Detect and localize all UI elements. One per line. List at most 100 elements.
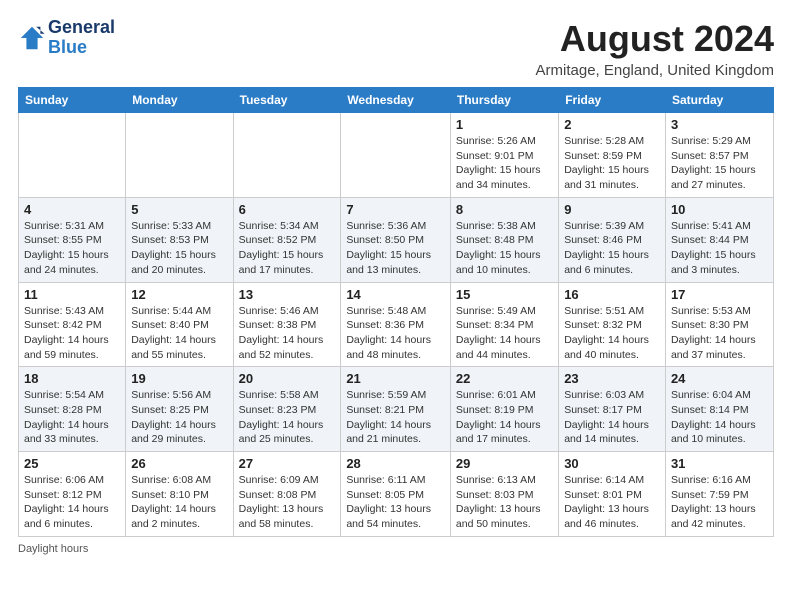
day-number: 7 (346, 202, 445, 217)
day-info: Sunrise: 5:29 AM Sunset: 8:57 PM Dayligh… (671, 134, 768, 193)
day-cell: 28 Sunrise: 6:11 AM Sunset: 8:05 PM Dayli… (341, 452, 451, 537)
day-number: 5 (131, 202, 227, 217)
col-header-saturday: Saturday (665, 88, 773, 113)
col-header-tuesday: Tuesday (233, 88, 341, 113)
day-number: 19 (131, 371, 227, 386)
day-cell (19, 113, 126, 198)
day-cell: 30Sunrise: 6:14 AM Sunset: 8:01 PM Dayli… (559, 452, 666, 537)
day-number: 12 (131, 287, 227, 302)
day-cell: 16Sunrise: 5:51 AM Sunset: 8:32 PM Dayli… (559, 282, 666, 367)
day-cell: 20 Sunrise: 5:58 AM Sunset: 8:23 PM Dayli… (233, 367, 341, 452)
day-cell (233, 113, 341, 198)
day-cell (126, 113, 233, 198)
logo-icon (18, 24, 46, 52)
day-cell: 27 Sunrise: 6:09 AM Sunset: 8:08 PM Dayli… (233, 452, 341, 537)
day-cell: 2Sunrise: 5:28 AM Sunset: 8:59 PM Daylig… (559, 113, 666, 198)
week-row-5: 25Sunrise: 6:06 AM Sunset: 8:12 PM Dayli… (19, 452, 774, 537)
day-number: 24 (671, 371, 768, 386)
day-cell: 31 Sunrise: 6:16 AM Sunset: 7:59 PM Dayli… (665, 452, 773, 537)
day-info: Sunrise: 6:01 AM Sunset: 8:19 PM Dayligh… (456, 388, 553, 447)
day-cell: 26 Sunrise: 6:08 AM Sunset: 8:10 PM Dayli… (126, 452, 233, 537)
day-cell: 1 Sunrise: 5:26 AM Sunset: 9:01 PM Daylig… (450, 113, 558, 198)
footer-note: Daylight hours (18, 543, 774, 555)
day-info: Sunrise: 6:14 AM Sunset: 8:01 PM Dayligh… (564, 473, 660, 532)
day-info: Sunrise: 5:43 AM Sunset: 8:42 PM Dayligh… (24, 304, 120, 363)
day-number: 28 (346, 456, 445, 471)
day-info: Sunrise: 5:46 AM Sunset: 8:38 PM Dayligh… (239, 304, 336, 363)
day-number: 27 (239, 456, 336, 471)
day-cell: 13 Sunrise: 5:46 AM Sunset: 8:38 PM Dayli… (233, 282, 341, 367)
day-info: Sunrise: 5:38 AM Sunset: 8:48 PM Dayligh… (456, 219, 553, 278)
day-cell: 29Sunrise: 6:13 AM Sunset: 8:03 PM Dayli… (450, 452, 558, 537)
day-info: Sunrise: 5:36 AM Sunset: 8:50 PM Dayligh… (346, 219, 445, 278)
day-number: 1 (456, 117, 553, 132)
day-number: 2 (564, 117, 660, 132)
day-info: Sunrise: 6:03 AM Sunset: 8:17 PM Dayligh… (564, 388, 660, 447)
col-header-wednesday: Wednesday (341, 88, 451, 113)
day-number: 6 (239, 202, 336, 217)
day-info: Sunrise: 5:59 AM Sunset: 8:21 PM Dayligh… (346, 388, 445, 447)
day-number: 20 (239, 371, 336, 386)
col-header-thursday: Thursday (450, 88, 558, 113)
day-info: Sunrise: 5:58 AM Sunset: 8:23 PM Dayligh… (239, 388, 336, 447)
week-row-3: 11 Sunrise: 5:43 AM Sunset: 8:42 PM Dayli… (19, 282, 774, 367)
day-info: Sunrise: 5:26 AM Sunset: 9:01 PM Dayligh… (456, 134, 553, 193)
day-cell: 7 Sunrise: 5:36 AM Sunset: 8:50 PM Daylig… (341, 197, 451, 282)
day-number: 17 (671, 287, 768, 302)
day-info: Sunrise: 5:31 AM Sunset: 8:55 PM Dayligh… (24, 219, 120, 278)
day-info: Sunrise: 6:11 AM Sunset: 8:05 PM Dayligh… (346, 473, 445, 532)
day-number: 22 (456, 371, 553, 386)
day-number: 21 (346, 371, 445, 386)
day-cell: 11 Sunrise: 5:43 AM Sunset: 8:42 PM Dayli… (19, 282, 126, 367)
calendar-table: SundayMondayTuesdayWednesdayThursdayFrid… (18, 87, 774, 537)
day-number: 10 (671, 202, 768, 217)
week-row-2: 4Sunrise: 5:31 AM Sunset: 8:55 PM Daylig… (19, 197, 774, 282)
week-row-1: 1 Sunrise: 5:26 AM Sunset: 9:01 PM Daylig… (19, 113, 774, 198)
day-cell: 10 Sunrise: 5:41 AM Sunset: 8:44 PM Dayli… (665, 197, 773, 282)
week-row-4: 18 Sunrise: 5:54 AM Sunset: 8:28 PM Dayli… (19, 367, 774, 452)
day-cell: 12 Sunrise: 5:44 AM Sunset: 8:40 PM Dayli… (126, 282, 233, 367)
col-header-friday: Friday (559, 88, 666, 113)
day-number: 11 (24, 287, 120, 302)
day-number: 31 (671, 456, 768, 471)
day-cell: 4Sunrise: 5:31 AM Sunset: 8:55 PM Daylig… (19, 197, 126, 282)
day-cell: 17 Sunrise: 5:53 AM Sunset: 8:30 PM Dayli… (665, 282, 773, 367)
page: General Blue August 2024 Armitage, Engla… (0, 0, 792, 565)
day-cell: 9Sunrise: 5:39 AM Sunset: 8:46 PM Daylig… (559, 197, 666, 282)
location: Armitage, England, United Kingdom (536, 62, 774, 79)
day-number: 29 (456, 456, 553, 471)
header-row: SundayMondayTuesdayWednesdayThursdayFrid… (19, 88, 774, 113)
day-cell: 5 Sunrise: 5:33 AM Sunset: 8:53 PM Daylig… (126, 197, 233, 282)
day-info: Sunrise: 5:41 AM Sunset: 8:44 PM Dayligh… (671, 219, 768, 278)
day-info: Sunrise: 5:44 AM Sunset: 8:40 PM Dayligh… (131, 304, 227, 363)
day-cell: 24 Sunrise: 6:04 AM Sunset: 8:14 PM Dayli… (665, 367, 773, 452)
day-number: 23 (564, 371, 660, 386)
day-info: Sunrise: 5:49 AM Sunset: 8:34 PM Dayligh… (456, 304, 553, 363)
day-number: 13 (239, 287, 336, 302)
day-number: 14 (346, 287, 445, 302)
day-cell: 22 Sunrise: 6:01 AM Sunset: 8:19 PM Dayli… (450, 367, 558, 452)
day-number: 9 (564, 202, 660, 217)
day-number: 3 (671, 117, 768, 132)
day-cell: 23 Sunrise: 6:03 AM Sunset: 8:17 PM Dayli… (559, 367, 666, 452)
day-info: Sunrise: 6:09 AM Sunset: 8:08 PM Dayligh… (239, 473, 336, 532)
day-number: 8 (456, 202, 553, 217)
day-number: 26 (131, 456, 227, 471)
day-info: Sunrise: 5:54 AM Sunset: 8:28 PM Dayligh… (24, 388, 120, 447)
col-header-sunday: Sunday (19, 88, 126, 113)
logo-general: General (48, 18, 115, 38)
day-info: Sunrise: 5:34 AM Sunset: 8:52 PM Dayligh… (239, 219, 336, 278)
day-cell: 19 Sunrise: 5:56 AM Sunset: 8:25 PM Dayli… (126, 367, 233, 452)
day-cell: 6 Sunrise: 5:34 AM Sunset: 8:52 PM Daylig… (233, 197, 341, 282)
day-number: 16 (564, 287, 660, 302)
day-cell: 21 Sunrise: 5:59 AM Sunset: 8:21 PM Dayli… (341, 367, 451, 452)
day-info: Sunrise: 5:33 AM Sunset: 8:53 PM Dayligh… (131, 219, 227, 278)
day-info: Sunrise: 6:04 AM Sunset: 8:14 PM Dayligh… (671, 388, 768, 447)
day-info: Sunrise: 6:16 AM Sunset: 7:59 PM Dayligh… (671, 473, 768, 532)
day-info: Sunrise: 5:53 AM Sunset: 8:30 PM Dayligh… (671, 304, 768, 363)
day-number: 18 (24, 371, 120, 386)
day-cell: 18 Sunrise: 5:54 AM Sunset: 8:28 PM Dayli… (19, 367, 126, 452)
day-info: Sunrise: 5:56 AM Sunset: 8:25 PM Dayligh… (131, 388, 227, 447)
day-cell: 8 Sunrise: 5:38 AM Sunset: 8:48 PM Daylig… (450, 197, 558, 282)
day-info: Sunrise: 6:08 AM Sunset: 8:10 PM Dayligh… (131, 473, 227, 532)
